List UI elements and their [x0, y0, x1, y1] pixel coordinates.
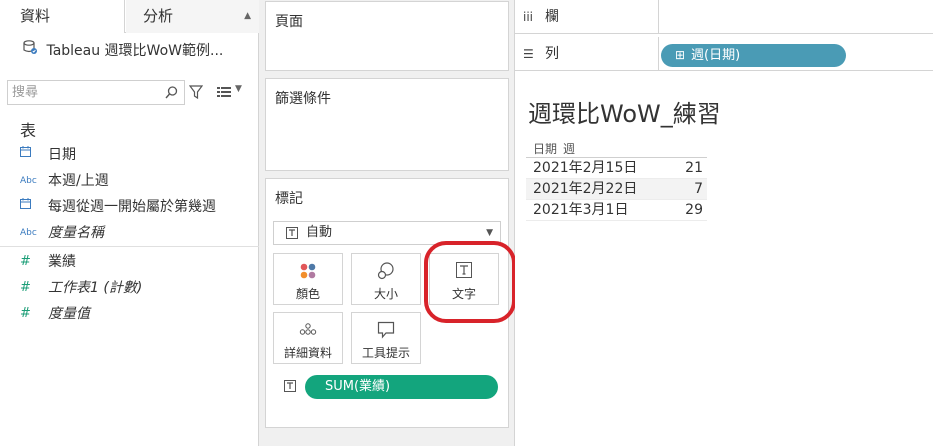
- tab-analysis[interactable]: 分析 ▲: [126, 0, 259, 33]
- datasource-name: Tableau 週環比WoW範例...: [46, 43, 224, 59]
- table-row[interactable]: 2021年2月22日 7: [526, 179, 707, 200]
- size-button[interactable]: 大小: [351, 253, 421, 305]
- header-date: 日期: [533, 142, 558, 156]
- detail-button[interactable]: 詳細資料: [273, 312, 343, 364]
- calendar-icon: [20, 195, 48, 219]
- number-icon: #: [20, 306, 31, 321]
- tooltip-label: 工具提示: [361, 346, 410, 360]
- data-pane: 資料 分析 ▲ Tableau 週環比WoW範例... 搜尋 ▼ 表 日期 Ab…: [0, 0, 259, 446]
- field-label: 業績: [48, 254, 76, 270]
- up-down-caret-icon: ▲: [244, 11, 251, 21]
- color-dots-icon: [274, 262, 342, 280]
- tab-data[interactable]: 資料: [0, 0, 125, 33]
- number-icon: #: [20, 254, 31, 269]
- header-week: 週: [563, 142, 576, 156]
- search-input[interactable]: [8, 81, 158, 104]
- calendar-icon: [20, 143, 48, 167]
- tab-analysis-label: 分析: [143, 7, 174, 25]
- pages-shelf[interactable]: 頁面: [265, 1, 509, 71]
- filters-shelf[interactable]: 篩選條件: [265, 78, 509, 171]
- filter-icon[interactable]: [188, 85, 204, 103]
- color-button[interactable]: 顏色: [273, 253, 343, 305]
- columns-shelf[interactable]: iii 欄: [515, 0, 933, 34]
- list-view-icon[interactable]: [217, 86, 231, 102]
- rows-shelf-label: ☰ 列: [515, 37, 659, 71]
- cards-pane: 頁面 篩選條件 標記 自動 ▼ 顏色 大小 文字 詳細資料 工具提示 SUM(業…: [259, 0, 515, 446]
- crosstab-header: 日期週: [526, 140, 707, 158]
- columns-icon: iii: [523, 10, 534, 24]
- field-this-week-last-week[interactable]: Abc 本週/上週: [20, 169, 109, 193]
- row-date: 2021年2月15日: [533, 160, 638, 176]
- pages-title: 頁面: [275, 14, 303, 30]
- filters-title: 篩選條件: [275, 91, 331, 107]
- field-label: 度量名稱: [48, 225, 104, 241]
- abc-icon: Abc: [20, 228, 37, 238]
- field-separator: [0, 246, 259, 247]
- search-icon[interactable]: [165, 86, 178, 103]
- row-value: 7: [694, 181, 703, 197]
- field-label: 每週從週一開始屬於第幾週: [48, 199, 216, 215]
- expand-plus-icon[interactable]: ⊞: [675, 44, 691, 67]
- row-value: 29: [685, 202, 703, 218]
- field-date[interactable]: 日期: [20, 143, 76, 167]
- row-value: 21: [685, 160, 703, 176]
- rows-icon: ☰: [523, 47, 534, 61]
- text-mark-icon: [284, 380, 296, 396]
- text-mark-icon: [286, 227, 298, 243]
- highlight-annotation: [424, 241, 516, 323]
- table-heading: 表: [20, 121, 37, 140]
- tooltip-icon: [352, 321, 420, 339]
- number-icon: #: [20, 280, 31, 295]
- field-label: 本週/上週: [48, 173, 109, 189]
- chevron-down-icon[interactable]: ▼: [235, 84, 242, 94]
- mark-type-label: 自動: [306, 225, 333, 240]
- field-sales[interactable]: # 業績: [20, 250, 76, 274]
- week-pill-label: 週(日期): [691, 48, 741, 63]
- field-label: 工作表1 (計數): [48, 280, 143, 296]
- search-row: ▼: [7, 80, 252, 105]
- pane-tabs: 資料 分析 ▲: [0, 0, 259, 33]
- field-label: 日期: [48, 147, 76, 163]
- marks-title: 標記: [275, 191, 303, 207]
- crosstab-table: 日期週 2021年2月15日 21 2021年2月22日 7 2021年3月1日…: [526, 140, 707, 221]
- field-week-number[interactable]: 每週從週一開始屬於第幾週: [20, 195, 216, 219]
- size-label: 大小: [373, 287, 398, 301]
- rows-label: 列: [545, 46, 559, 62]
- field-sheet1-count[interactable]: # 工作表1 (計數): [20, 276, 142, 300]
- rows-shelf[interactable]: ☰ 列 ⊞ 週(日期): [515, 37, 933, 71]
- tooltip-button[interactable]: 工具提示: [351, 312, 421, 364]
- columns-label: 欄: [545, 9, 559, 25]
- abc-icon: Abc: [20, 176, 37, 186]
- search-box: [7, 80, 185, 105]
- field-label: 度量值: [48, 306, 90, 322]
- detail-label: 詳細資料: [283, 346, 332, 360]
- datasource-item[interactable]: Tableau 週環比WoW範例...: [22, 38, 223, 64]
- marks-pill-row: SUM(業績): [284, 375, 504, 399]
- size-circles-icon: [352, 262, 420, 280]
- detail-dots-icon: [274, 321, 342, 339]
- sum-sales-pill[interactable]: SUM(業績): [305, 375, 498, 399]
- datasource-icon: [22, 38, 38, 64]
- view-pane: iii 欄 ☰ 列 ⊞ 週(日期) 週環比WoW_練習 日期週 2021年2月15日 …: [515, 0, 933, 446]
- sheet-title: 週環比WoW_練習: [528, 100, 721, 128]
- table-row[interactable]: 2021年2月15日 21: [526, 158, 707, 179]
- row-date: 2021年3月1日: [533, 202, 629, 218]
- week-date-pill[interactable]: ⊞ 週(日期): [661, 44, 846, 67]
- field-measure-names[interactable]: Abc 度量名稱: [20, 221, 104, 245]
- row-date: 2021年2月22日: [533, 181, 638, 197]
- color-label: 顏色: [295, 287, 320, 301]
- table-row[interactable]: 2021年3月1日 29: [526, 200, 707, 221]
- field-measure-values[interactable]: # 度量值: [20, 302, 90, 326]
- columns-shelf-label: iii 欄: [515, 0, 659, 34]
